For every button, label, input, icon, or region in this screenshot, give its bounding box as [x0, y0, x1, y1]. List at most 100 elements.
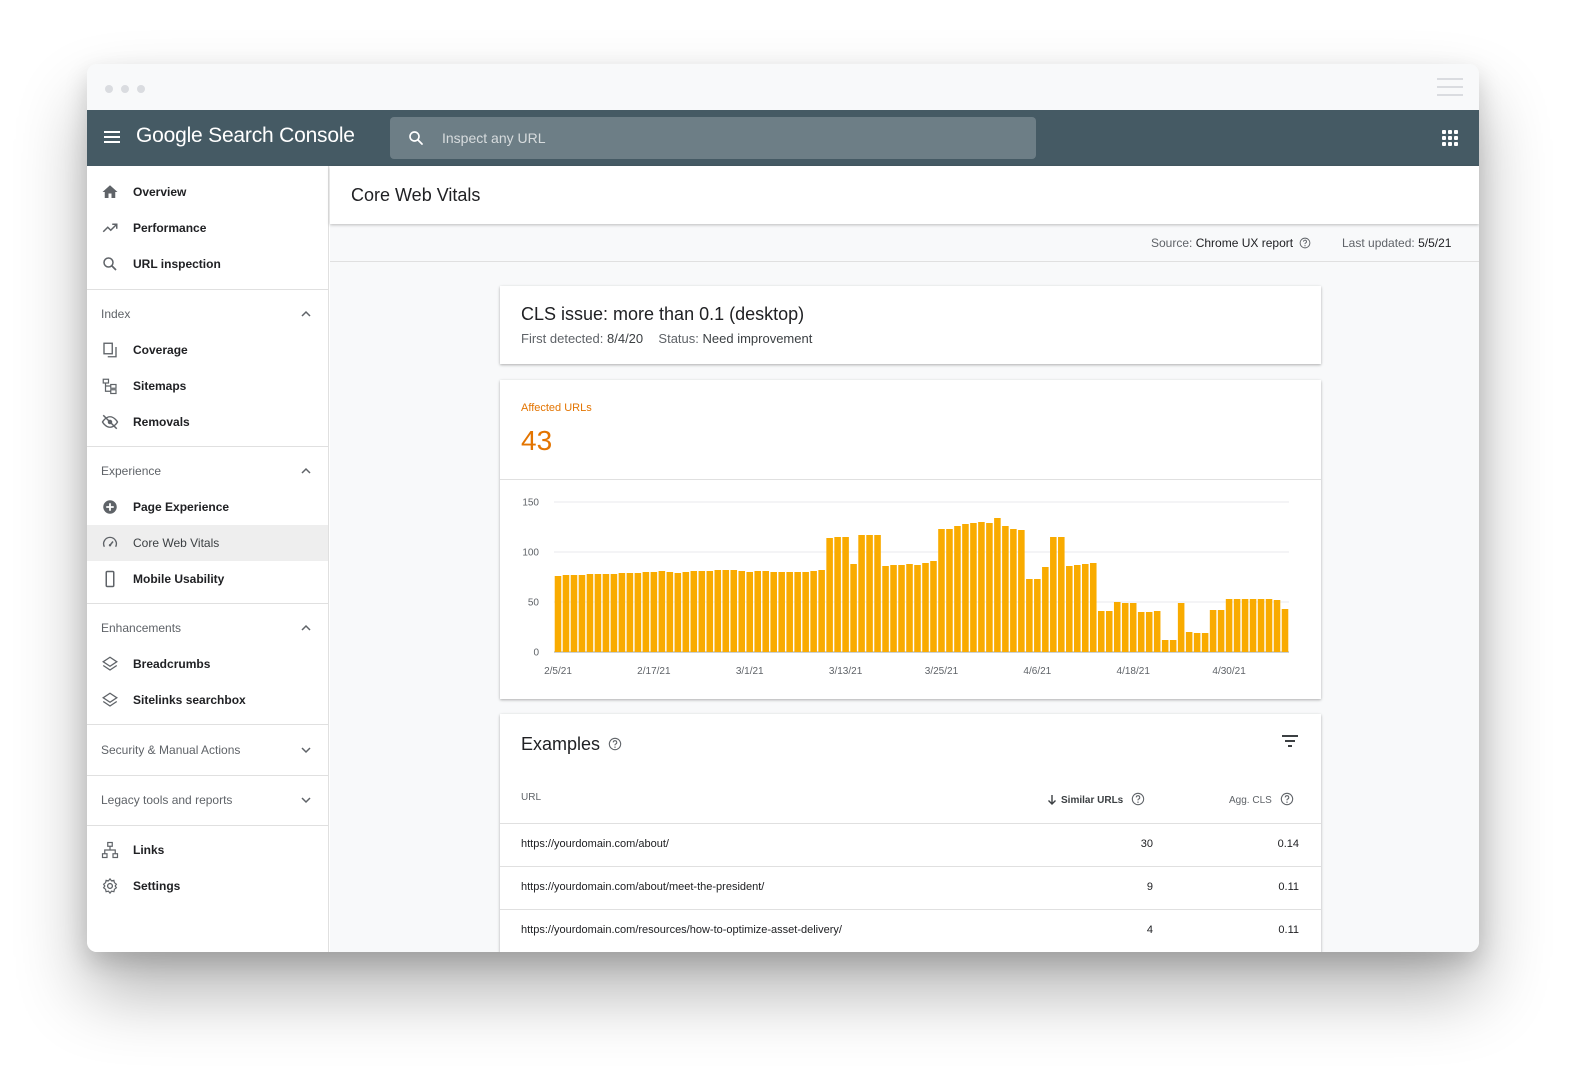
chart-bar	[802, 572, 809, 652]
chart-bar	[1201, 633, 1209, 652]
sidebar-item-settings[interactable]: Settings	[87, 868, 328, 904]
section-index[interactable]: Index	[87, 296, 328, 332]
sidebar-item-label: Performance	[133, 221, 207, 235]
apps-grid-icon[interactable]	[1442, 130, 1458, 146]
chart-bar	[1137, 612, 1145, 652]
chart-bar	[938, 529, 945, 652]
section-label: Index	[101, 307, 131, 321]
window-dot	[105, 85, 113, 93]
table-row[interactable]: https://yourdomain.com/about/ 30 0.14	[500, 823, 1321, 866]
url-cell[interactable]: https://yourdomain.com/resources/how-to-…	[521, 924, 842, 936]
section-label: Enhancements	[101, 621, 182, 635]
chevron-up-icon	[301, 624, 311, 631]
sidebar: Overview Performance URL inspection Inde…	[87, 166, 329, 952]
sidebar-item-url-inspection[interactable]: URL inspection	[87, 246, 328, 282]
chart-bar	[1105, 611, 1113, 652]
chart-bar	[922, 563, 929, 652]
column-header-agg-cls[interactable]: Agg. CLS	[1229, 792, 1294, 806]
column-header-similar-urls[interactable]: Similar URLs	[1047, 792, 1145, 806]
chart-bar	[1089, 563, 1097, 652]
agg-cls-cell: 0.11	[1278, 924, 1299, 936]
table-row[interactable]: https://yourdomain.com/about/meet-the-pr…	[500, 866, 1321, 909]
column-header-url[interactable]: URL	[521, 792, 541, 803]
section-experience[interactable]: Experience	[87, 453, 328, 489]
chart-bar	[858, 535, 865, 652]
divider	[87, 446, 328, 447]
section-label: Security & Manual Actions	[101, 743, 241, 757]
sidebar-item-label: Core Web Vitals	[133, 536, 220, 550]
chart-bar	[962, 524, 969, 652]
y-tick-label: 50	[528, 598, 540, 609]
search-input[interactable]	[442, 117, 1012, 159]
chart-bar	[1257, 599, 1265, 652]
chart-bar	[850, 564, 857, 652]
chart-bar	[722, 570, 730, 652]
updated-value: 5/5/21	[1418, 236, 1452, 250]
url-inspection-search[interactable]	[390, 117, 1036, 159]
agg-cls-cell: 0.14	[1277, 838, 1299, 850]
chart-bar	[1010, 529, 1017, 652]
chart-bar	[1233, 599, 1241, 652]
help-icon[interactable]	[1280, 792, 1294, 806]
chart-bar	[1249, 599, 1257, 652]
sidebar-item-removals[interactable]: Removals	[87, 404, 328, 440]
chart-bar	[642, 572, 650, 652]
chart-bar	[1018, 530, 1025, 652]
section-legacy[interactable]: Legacy tools and reports	[87, 782, 328, 818]
sidebar-item-sitelinks-searchbox[interactable]: Sitelinks searchbox	[87, 682, 328, 718]
source-value[interactable]: Chrome UX report	[1196, 236, 1293, 250]
issue-title: CLS issue: more than 0.1 (desktop)	[521, 304, 805, 324]
chart-bar	[562, 575, 570, 652]
divider	[87, 289, 328, 290]
sidebar-item-mobile-usability[interactable]: Mobile Usability	[87, 561, 328, 597]
sidebar-item-label: URL inspection	[133, 257, 221, 271]
sidebar-item-links[interactable]: Links	[87, 832, 328, 868]
sidebar-item-coverage[interactable]: Coverage	[87, 332, 328, 368]
help-icon[interactable]	[1131, 792, 1145, 806]
chart-bar	[1026, 579, 1033, 652]
help-icon[interactable]	[608, 737, 622, 751]
sidebar-item-sitemaps[interactable]: Sitemaps	[87, 368, 328, 404]
chart-bar	[690, 571, 698, 652]
divider	[87, 775, 328, 776]
affected-urls-chart[interactable]: 0 50 100 150 2/5/21 2/17/21 3/1/21 3/13/21 3/25/…	[500, 480, 1321, 699]
filter-icon[interactable]	[1281, 734, 1299, 748]
sidebar-item-label: Overview	[133, 185, 187, 199]
sidebar-item-core-web-vitals[interactable]: Core Web Vitals	[87, 525, 328, 561]
url-cell[interactable]: https://yourdomain.com/about/meet-the-pr…	[521, 881, 764, 893]
chart-bar	[930, 561, 937, 652]
help-icon[interactable]	[1299, 237, 1311, 249]
app-title[interactable]: Google Search Console	[136, 124, 355, 148]
chart-bar	[1185, 632, 1193, 652]
sidebar-item-label: Removals	[133, 415, 190, 429]
chart-bar	[1034, 579, 1041, 652]
section-enhancements[interactable]: Enhancements	[87, 610, 328, 646]
sidebar-item-label: Breadcrumbs	[133, 657, 211, 671]
window-dot	[121, 85, 129, 93]
sidebar-item-breadcrumbs[interactable]: Breadcrumbs	[87, 646, 328, 682]
chart-bar	[1225, 599, 1233, 652]
main-content: Core Web Vitals Source: Chrome UX report…	[330, 166, 1479, 952]
phone-icon	[105, 570, 115, 588]
section-security[interactable]: Security & Manual Actions	[87, 732, 328, 768]
sidebar-item-overview[interactable]: Overview	[87, 174, 328, 210]
sidebar-item-performance[interactable]: Performance	[87, 210, 328, 246]
sidebar-item-label: Links	[133, 843, 165, 857]
source-label: Source:	[1151, 236, 1193, 250]
examples-title: Examples	[521, 734, 601, 754]
search-icon	[409, 131, 423, 145]
url-cell[interactable]: https://yourdomain.com/about/	[521, 838, 669, 850]
window-menu-icon[interactable]	[1437, 78, 1463, 96]
chart-bar	[1058, 537, 1065, 652]
chart-bar	[762, 571, 769, 652]
y-tick-label: 150	[522, 498, 539, 509]
chart-bar	[674, 573, 682, 652]
main-menu-icon[interactable]	[104, 131, 120, 143]
table-row[interactable]: https://yourdomain.com/resources/how-to-…	[500, 909, 1321, 952]
chart-bar	[714, 570, 722, 652]
window-chrome	[87, 64, 1479, 110]
section-label: Experience	[101, 464, 162, 478]
sidebar-item-page-experience[interactable]: Page Experience	[87, 489, 328, 525]
layers-icon	[102, 692, 118, 707]
chevron-up-icon	[301, 310, 311, 317]
